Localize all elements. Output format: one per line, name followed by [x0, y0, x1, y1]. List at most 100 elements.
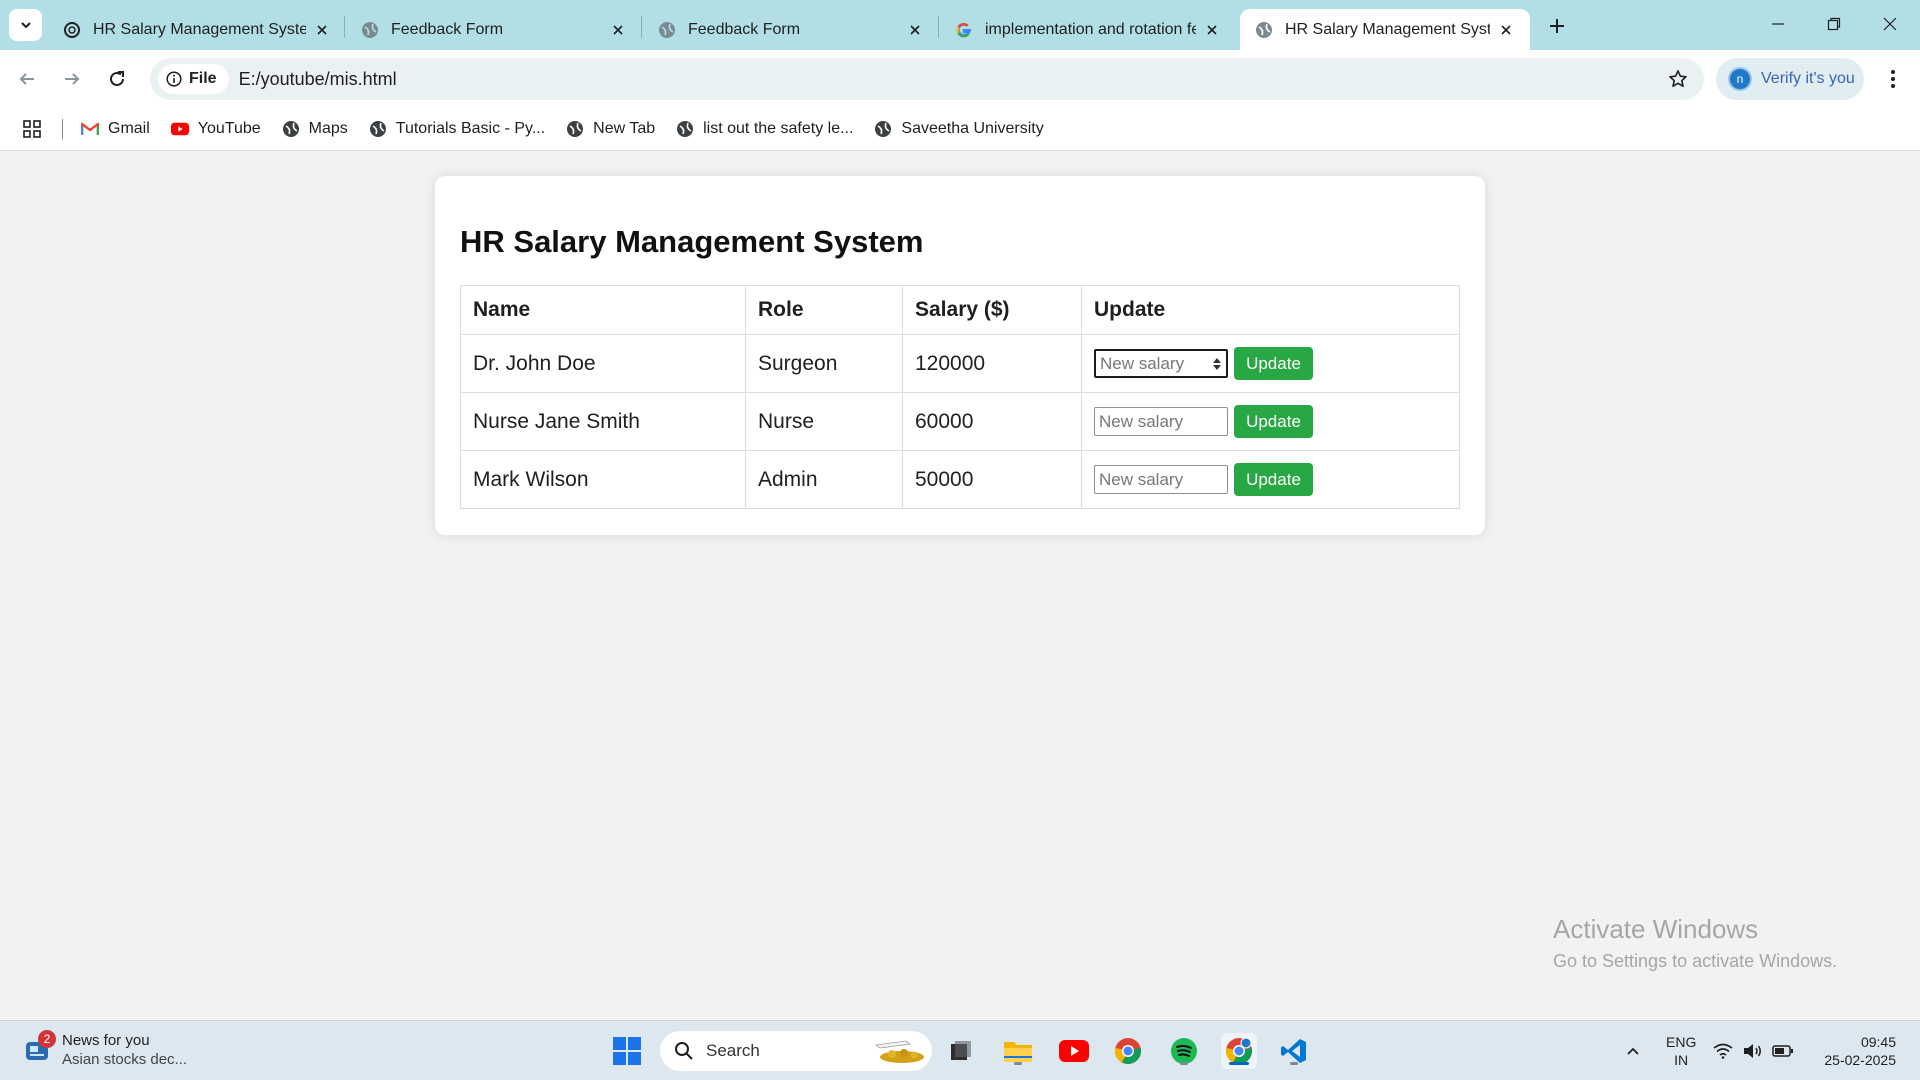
news-widget[interactable]: 2 News for you Asian stocks dec... [24, 1030, 188, 1069]
browser-menu-button[interactable] [1876, 63, 1910, 95]
site-chip-label: File [189, 70, 217, 87]
chevron-up-icon [1627, 1047, 1639, 1055]
tab-feedback-form-2[interactable]: Feedback Form [643, 9, 939, 50]
battery-status[interactable] [1769, 1033, 1797, 1069]
volume-icon [1744, 1044, 1761, 1058]
wifi-icon [1713, 1043, 1733, 1059]
update-cell: Update [1081, 392, 1460, 451]
minimize-button[interactable] [1756, 8, 1800, 40]
update-button[interactable]: Update [1234, 463, 1313, 496]
tab-search-button[interactable] [9, 9, 42, 41]
site-info-chip[interactable]: File [158, 64, 229, 94]
wifi-status[interactable] [1709, 1033, 1737, 1069]
start-button[interactable] [609, 1033, 645, 1069]
restore-icon [1827, 17, 1841, 31]
news-title: News for you [62, 1032, 150, 1049]
volume-status[interactable] [1739, 1033, 1767, 1069]
bookmark-maps[interactable]: Maps [282, 120, 348, 138]
tab-google-search[interactable]: implementation and rotation fe [940, 9, 1236, 50]
bookmark-safety[interactable]: list out the safety le... [676, 120, 853, 138]
clock[interactable]: 09:45 25-02-2025 [1818, 1033, 1896, 1069]
employee-role: Admin [745, 450, 903, 509]
spotify-icon [1171, 1038, 1197, 1064]
running-indicator [1180, 1062, 1188, 1065]
apps-grid-button[interactable] [22, 119, 42, 139]
close-icon[interactable] [907, 22, 923, 38]
watermark-title: Activate Windows [1553, 914, 1759, 944]
star-icon [1669, 70, 1687, 87]
table-row: Nurse Jane Smith Nurse 60000 Update [460, 392, 1460, 451]
new-salary-input[interactable] [1094, 349, 1228, 378]
tab-title: implementation and rotation fe [985, 20, 1196, 38]
globe-icon [1255, 21, 1273, 39]
back-button[interactable] [10, 62, 44, 96]
plus-icon [1550, 19, 1564, 33]
tab-feedback-form-1[interactable]: Feedback Form [346, 9, 642, 50]
bookmark-gmail[interactable]: Gmail [81, 120, 150, 138]
number-spinner-icon[interactable] [1212, 357, 1222, 371]
tab-hr-salary-1[interactable]: HR Salary Management System [48, 9, 346, 50]
task-view-button[interactable] [943, 1033, 979, 1069]
reload-icon [110, 71, 124, 86]
employee-name: Dr. John Doe [460, 334, 746, 393]
taskbar-chrome[interactable] [1110, 1033, 1146, 1069]
close-icon[interactable] [1498, 22, 1514, 38]
bookmark-saveetha[interactable]: Saveetha University [874, 120, 1044, 138]
bookmark-youtube[interactable]: YouTube [170, 120, 261, 138]
bookmark-label: Tutorials Basic - Py... [395, 120, 546, 137]
update-button[interactable]: Update [1234, 405, 1313, 438]
bookmark-star-button[interactable] [1666, 67, 1690, 91]
battery-icon [1772, 1045, 1793, 1057]
language-indicator[interactable]: ENG IN [1666, 1033, 1696, 1069]
openai-icon [63, 21, 81, 39]
new-tab-button[interactable] [1543, 12, 1571, 40]
address-bar[interactable]: File E:/youtube/mis.html [150, 58, 1704, 100]
bookmark-new-tab[interactable]: New Tab [566, 120, 655, 138]
more-vertical-icon [1891, 70, 1895, 88]
bookmark-label: Maps [308, 120, 348, 137]
clock-date: 25-02-2025 [1824, 1052, 1896, 1068]
browser-toolbar: File E:/youtube/mis.html n Verify it's y… [0, 50, 1920, 108]
activate-windows-watermark: Activate Windows Go to Settings to activ… [1553, 914, 1837, 972]
search-highlight-icon [874, 1040, 924, 1063]
youtube-icon [170, 120, 189, 138]
taskbar-search[interactable]: Search [660, 1031, 932, 1071]
close-window-button[interactable] [1868, 8, 1912, 40]
close-icon[interactable] [314, 22, 330, 38]
taskbar-file-explorer[interactable] [1000, 1033, 1036, 1069]
region-code: IN [1674, 1052, 1689, 1068]
reload-button[interactable] [100, 62, 134, 96]
update-button[interactable]: Update [1234, 347, 1313, 380]
forward-button[interactable] [55, 62, 89, 96]
news-badge: 2 [38, 1030, 56, 1048]
show-hidden-icons-button[interactable] [1615, 1033, 1651, 1069]
globe-icon [361, 21, 379, 39]
chrome-icon [1115, 1038, 1141, 1064]
bookmark-tutorials[interactable]: Tutorials Basic - Py... [369, 120, 545, 138]
close-icon[interactable] [1204, 22, 1220, 38]
employee-salary: 60000 [902, 392, 1082, 451]
employee-name: Nurse Jane Smith [460, 392, 746, 451]
tab-hr-salary-active[interactable]: HR Salary Management System [1240, 9, 1530, 50]
taskbar-spotify[interactable] [1166, 1033, 1202, 1069]
globe-icon [369, 120, 387, 138]
close-icon [1883, 17, 1897, 31]
close-icon[interactable] [610, 22, 626, 38]
google-icon [955, 21, 973, 39]
profile-verify-button[interactable]: n Verify it's you [1716, 58, 1864, 100]
restore-button[interactable] [1812, 8, 1856, 40]
globe-icon [676, 120, 694, 138]
url-text[interactable]: E:/youtube/mis.html [239, 69, 397, 90]
taskbar-chrome-profile[interactable] [1221, 1033, 1257, 1069]
running-indicator [1290, 1062, 1298, 1065]
bookmark-label: YouTube [197, 120, 261, 137]
new-salary-input[interactable] [1094, 407, 1228, 436]
tab-title: HR Salary Management System [93, 20, 306, 38]
tab-title: HR Salary Management System [1285, 20, 1490, 38]
news-subtitle: Asian stocks dec... [62, 1051, 188, 1068]
taskbar-vscode[interactable] [1276, 1033, 1312, 1069]
task-view-icon [951, 1041, 971, 1060]
taskbar-youtube[interactable] [1056, 1033, 1092, 1069]
new-salary-input[interactable] [1094, 465, 1228, 494]
globe-icon [282, 120, 300, 138]
